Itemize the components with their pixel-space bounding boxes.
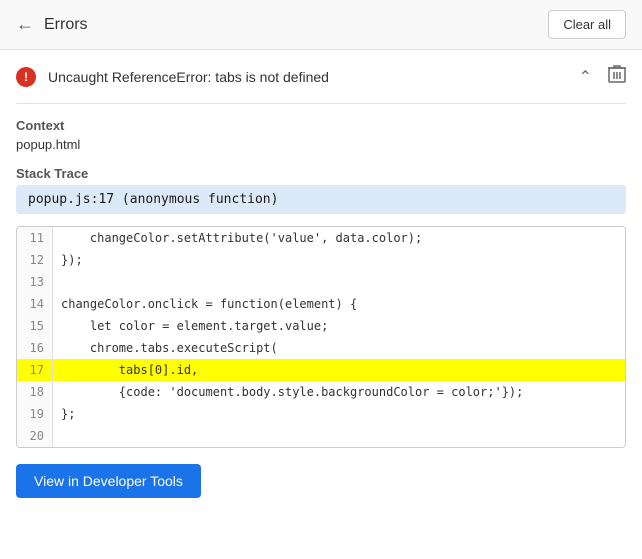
main-content: ! Uncaught ReferenceError: tabs is not d… [0,50,642,514]
code-line: 14changeColor.onclick = function(element… [17,293,625,315]
code-line: 20 [17,425,625,447]
code-line: 18 {code: 'document.body.style.backgroun… [17,381,625,403]
code-line: 19}; [17,403,625,425]
line-content: tabs[0].id, [53,359,206,381]
line-number: 14 [17,293,53,315]
code-line: 11 changeColor.setAttribute('value', dat… [17,227,625,249]
line-number: 17 [17,359,53,381]
error-actions: ⌃ [579,64,626,89]
line-number: 12 [17,249,53,271]
line-number: 11 [17,227,53,249]
back-button[interactable]: ← [16,14,34,35]
error-left: ! Uncaught ReferenceError: tabs is not d… [16,67,329,87]
line-content [53,425,69,447]
line-content [53,271,69,293]
code-line: 12}); [17,249,625,271]
code-line: 13 [17,271,625,293]
delete-icon[interactable] [608,64,626,89]
line-number: 18 [17,381,53,403]
context-label: Context [16,118,626,133]
code-scroll[interactable]: 11 changeColor.setAttribute('value', dat… [17,227,625,447]
line-content: }; [53,403,83,425]
collapse-icon[interactable]: ⌃ [579,67,592,87]
code-line: 16 chrome.tabs.executeScript( [17,337,625,359]
line-content: let color = element.target.value; [53,315,336,337]
header-left: ← Errors [16,14,88,35]
error-icon: ! [16,67,36,87]
page-title: Errors [44,16,88,34]
error-item: ! Uncaught ReferenceError: tabs is not d… [16,50,626,104]
line-number: 19 [17,403,53,425]
line-content: {code: 'document.body.style.backgroundCo… [53,381,531,403]
error-message: Uncaught ReferenceError: tabs is not def… [48,69,329,85]
line-number: 16 [17,337,53,359]
code-block: 11 changeColor.setAttribute('value', dat… [16,226,626,448]
line-content: }); [53,249,91,271]
code-line: 15 let color = element.target.value; [17,315,625,337]
context-value: popup.html [16,137,626,152]
stack-trace-entry: popup.js:17 (anonymous function) [16,185,626,214]
line-number: 13 [17,271,53,293]
line-number: 15 [17,315,53,337]
code-line: 17 tabs[0].id, [17,359,625,381]
header: ← Errors Clear all [0,0,642,50]
line-number: 20 [17,425,53,447]
line-content: chrome.tabs.executeScript( [53,337,286,359]
dev-tools-button[interactable]: View in Developer Tools [16,464,201,498]
line-content: changeColor.setAttribute('value', data.c… [53,227,430,249]
line-content: changeColor.onclick = function(element) … [53,293,365,315]
stack-trace-label: Stack Trace [16,166,626,181]
clear-all-button[interactable]: Clear all [548,10,626,39]
